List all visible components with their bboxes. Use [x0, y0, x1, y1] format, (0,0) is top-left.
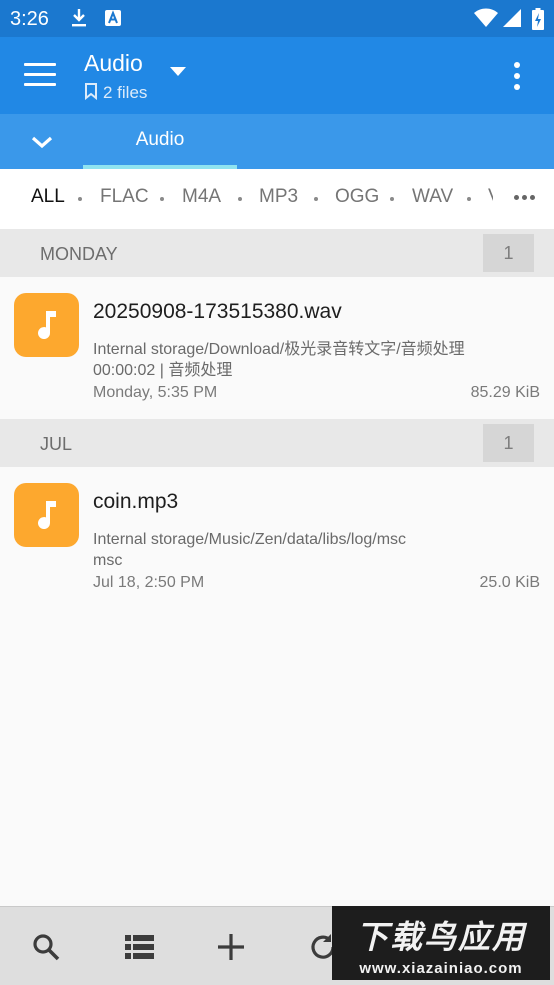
list-view-icon[interactable] [125, 935, 155, 964]
file-path: Internal storage/Download/极光录音转文字/音频处理 [93, 341, 465, 358]
tab-audio-label: Audio [135, 129, 185, 150]
file-row-wav[interactable]: 20250908-173515380.wav Internal storage/… [0, 277, 554, 418]
signal-icon [502, 8, 522, 33]
chevron-down-icon[interactable] [28, 132, 56, 152]
battery-icon [532, 8, 544, 35]
file-size: 85.29 KiB [470, 384, 540, 401]
text-a-icon [104, 8, 122, 33]
section-count: 1 [483, 424, 534, 462]
file-meta: msc [93, 552, 123, 569]
menu-icon[interactable] [24, 63, 58, 89]
file-date: Jul 18, 2:50 PM [93, 574, 205, 591]
filter-separator [390, 197, 394, 201]
filter-flac[interactable]: FLAC [100, 186, 149, 208]
section-header-jul: JUL 1 [0, 419, 554, 467]
dropdown-caret-icon[interactable] [170, 67, 186, 76]
tab-audio[interactable]: Audio [83, 114, 237, 169]
music-note-icon [14, 293, 79, 357]
file-name: coin.mp3 [93, 490, 179, 513]
filter-all[interactable]: ALL [31, 186, 65, 208]
watermark-title: 下载鸟应用 [355, 919, 526, 955]
music-note-icon [14, 483, 79, 547]
filter-separator [160, 197, 164, 201]
filter-ogg[interactable]: OGG [335, 186, 379, 208]
app-bar: Audio 2 files [0, 37, 554, 114]
filter-v[interactable]: V [488, 186, 493, 208]
filter-separator [78, 197, 82, 201]
download-icon [70, 8, 88, 33]
watermark-logo: 下载鸟应用 www.xiazainiao.com [332, 906, 550, 980]
wifi-icon [474, 8, 498, 33]
status-time: 3:26 [10, 8, 49, 30]
filter-bar: ALL FLAC M4A MP3 OGG WAV V [0, 169, 554, 229]
file-row-mp3[interactable]: coin.mp3 Internal storage/Music/Zen/data… [0, 467, 554, 608]
filter-mp3[interactable]: MP3 [259, 186, 298, 208]
filter-separator [467, 197, 471, 201]
section-label: MONDAY [40, 244, 118, 264]
tab-bar: Audio [0, 114, 554, 169]
section-label: JUL [40, 434, 73, 454]
file-size: 25.0 KiB [479, 574, 540, 591]
file-meta: 00:00:02 | 音频处理 [93, 362, 233, 379]
add-icon[interactable] [216, 932, 246, 967]
filter-m4a[interactable]: M4A [182, 186, 221, 208]
file-name: 20250908-173515380.wav [93, 300, 342, 323]
filter-separator [314, 197, 318, 201]
more-horiz-icon[interactable] [514, 195, 536, 201]
file-path: Internal storage/Music/Zen/data/libs/log… [93, 531, 407, 548]
more-vert-icon[interactable] [507, 61, 527, 91]
bookmark-icon [85, 83, 97, 101]
section-count: 1 [483, 234, 534, 272]
filter-wav[interactable]: WAV [412, 186, 453, 208]
app-title[interactable]: Audio [84, 50, 143, 77]
watermark-url: www.xiazainiao.com [359, 960, 523, 977]
search-icon[interactable] [31, 932, 61, 967]
status-bar: 3:26 [0, 0, 554, 37]
filter-separator [238, 197, 242, 201]
section-header-monday: MONDAY 1 [0, 229, 554, 277]
file-date: Monday, 5:35 PM [93, 384, 218, 401]
file-count: 2 files [84, 83, 147, 103]
file-count-label: 2 files [103, 83, 148, 102]
